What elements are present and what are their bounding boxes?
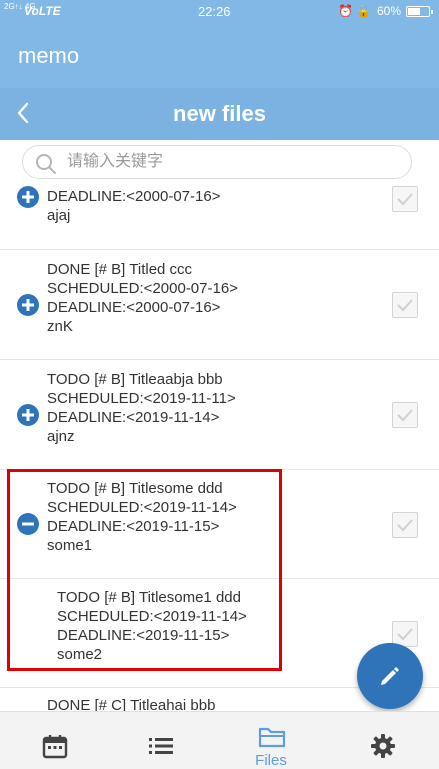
done-checkbox[interactable] — [392, 402, 418, 428]
item-line: TODO [# B] Titlesome ddd — [47, 480, 223, 497]
expand-plus-icon[interactable] — [16, 293, 40, 317]
tab-settings[interactable] — [328, 712, 438, 769]
list-item[interactable]: DONE [# B] Titled ccc SCHEDULED:<2000-07-… — [0, 250, 439, 360]
item-line: TODO [# B] Titlesome1 ddd — [57, 589, 241, 606]
search-input[interactable] — [67, 150, 397, 174]
done-checkbox[interactable] — [392, 292, 418, 318]
item-line: ajaj — [47, 207, 71, 224]
tab-files[interactable]: Files — [216, 712, 326, 769]
item-text: DEADLINE:<2000-07-16> ajaj — [47, 187, 220, 225]
list-icon — [149, 738, 173, 754]
bottom-nav: Files — [0, 711, 439, 769]
item-line: znK — [47, 318, 73, 335]
item-line: SCHEDULED:<2019-11-11> — [47, 390, 236, 407]
done-checkbox[interactable] — [392, 512, 418, 538]
gear-icon — [371, 734, 395, 758]
tab-list[interactable] — [106, 712, 216, 769]
item-line: some1 — [47, 537, 93, 554]
file-list: DEADLINE:<2000-07-16> ajaj DONE [# B] Titl… — [0, 184, 439, 711]
search-box[interactable] — [22, 145, 412, 179]
check-icon — [397, 299, 413, 312]
item-line: DONE [# B] Titled ccc — [47, 261, 193, 278]
alarm-lock-icons: ⏰ 🔒 — [338, 4, 372, 18]
item-line: some2 — [57, 646, 103, 663]
done-checkbox[interactable] — [392, 186, 418, 212]
network-label: VoLTE — [24, 4, 61, 18]
collapse-minus-icon[interactable] — [16, 512, 40, 536]
item-line: ajnz — [47, 428, 75, 445]
item-line: DEADLINE:<2000-07-16> — [47, 188, 221, 205]
item-line: SCHEDULED:<2019-11-14> — [57, 608, 247, 625]
list-item[interactable]: TODO [# B] Titlesome ddd SCHEDULED:<2019-… — [0, 470, 439, 579]
item-line: DEADLINE:<2019-11-14> — [47, 409, 220, 426]
item-line: SCHEDULED:<2000-07-16> — [47, 280, 238, 297]
expand-plus-icon[interactable] — [16, 185, 40, 209]
expand-plus-icon[interactable] — [16, 403, 40, 427]
item-text: TODO [# B] Titleaabja bbb SCHEDULED:<2019… — [47, 370, 236, 446]
check-icon — [397, 628, 413, 641]
search-icon — [36, 154, 56, 174]
pencil-icon — [381, 667, 399, 685]
page-title: new files — [173, 101, 266, 126]
item-text: DONE [# B] Titled ccc SCHEDULED:<2000-07-… — [47, 260, 238, 336]
item-line: DONE [# C] Titleahai bbb — [47, 697, 216, 711]
item-line: SCHEDULED:<2019-11-14> — [47, 499, 237, 516]
item-line: DEADLINE:<2019-11-15> — [57, 627, 230, 644]
battery-icon — [406, 6, 433, 17]
item-line: DEADLINE:<2019-11-15> — [47, 518, 220, 535]
list-item[interactable]: TODO [# B] Titleaabja bbb SCHEDULED:<2019… — [0, 360, 439, 470]
item-line: DEADLINE:<2000-07-16> — [47, 299, 221, 316]
item-text: TODO [# B] Titlesome ddd SCHEDULED:<2019-… — [47, 479, 237, 555]
item-line: TODO [# B] Titleaabja bbb — [47, 371, 223, 388]
tab-calendar[interactable] — [0, 712, 110, 769]
list-item[interactable]: DEADLINE:<2000-07-16> ajaj — [0, 184, 439, 250]
app-bar: memo — [0, 24, 439, 88]
edit-fab-button[interactable] — [357, 643, 423, 709]
battery-percent: 60% — [377, 4, 402, 18]
calendar-icon — [42, 735, 68, 759]
app-title: memo — [18, 43, 80, 68]
check-icon — [397, 409, 413, 422]
status-bar: 2G↑↓ 4G VoLTE 22:26 ⏰ 🔒 60% — [0, 0, 439, 24]
clock: 22:26 — [198, 4, 231, 19]
battery-fill — [408, 8, 420, 15]
check-icon — [397, 193, 413, 206]
sub-header: new files — [0, 88, 439, 140]
tab-files-label: Files — [255, 752, 287, 769]
item-text: DONE [# C] Titleahai bbb — [47, 696, 215, 711]
check-icon — [397, 519, 413, 532]
folder-icon — [258, 727, 286, 748]
item-text: TODO [# B] Titlesome1 ddd SCHEDULED:<2019… — [57, 588, 247, 664]
